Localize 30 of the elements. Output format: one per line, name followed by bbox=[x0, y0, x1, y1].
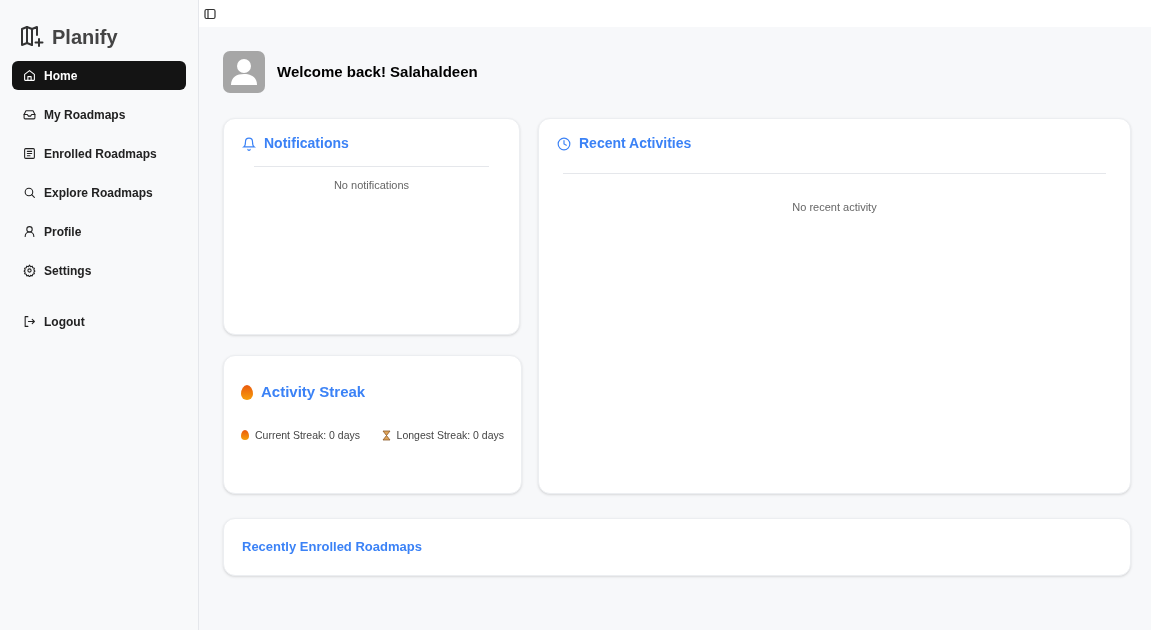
app-name: Planify bbox=[52, 25, 118, 50]
hourglass-icon bbox=[381, 429, 391, 441]
logout-icon bbox=[23, 315, 36, 328]
home-icon bbox=[23, 69, 36, 82]
sidebar-item[interactable]: Settings bbox=[12, 256, 186, 285]
user-icon bbox=[23, 225, 36, 238]
map-plus-icon bbox=[20, 25, 44, 49]
sidebar-toggle-icon[interactable] bbox=[204, 7, 216, 20]
current-streak: Current Streak: 0 days bbox=[255, 427, 361, 443]
empty-message: No notifications bbox=[332, 178, 411, 193]
sidebar-item[interactable]: Enrolled Roadmaps bbox=[12, 139, 186, 168]
settings-icon bbox=[23, 264, 36, 277]
search-icon bbox=[23, 186, 36, 199]
sidebar-item[interactable]: My Roadmaps bbox=[12, 100, 186, 129]
clock-icon bbox=[557, 136, 571, 151]
sidebar-item[interactable]: Profile bbox=[12, 217, 186, 246]
card-title: Recent Activities bbox=[579, 134, 692, 153]
inbox-icon bbox=[23, 108, 36, 121]
sidebar-item[interactable]: Explore Roadmaps bbox=[12, 178, 186, 207]
logout-button[interactable]: Logout bbox=[12, 307, 186, 336]
card-title: Activity Streak bbox=[261, 382, 366, 402]
card-title: Recently Enrolled Roadmaps bbox=[242, 538, 422, 557]
welcome-heading: Welcome back! Salahaldeen bbox=[277, 61, 478, 82]
empty-message: No recent activity bbox=[791, 200, 878, 215]
longest-streak: Longest Streak: 0 days bbox=[396, 427, 504, 443]
list-icon bbox=[23, 147, 36, 160]
avatar-icon bbox=[223, 51, 265, 93]
card-title: Notifications bbox=[264, 134, 349, 153]
sidebar-item[interactable]: Home bbox=[12, 61, 186, 90]
bell-icon bbox=[242, 136, 256, 151]
